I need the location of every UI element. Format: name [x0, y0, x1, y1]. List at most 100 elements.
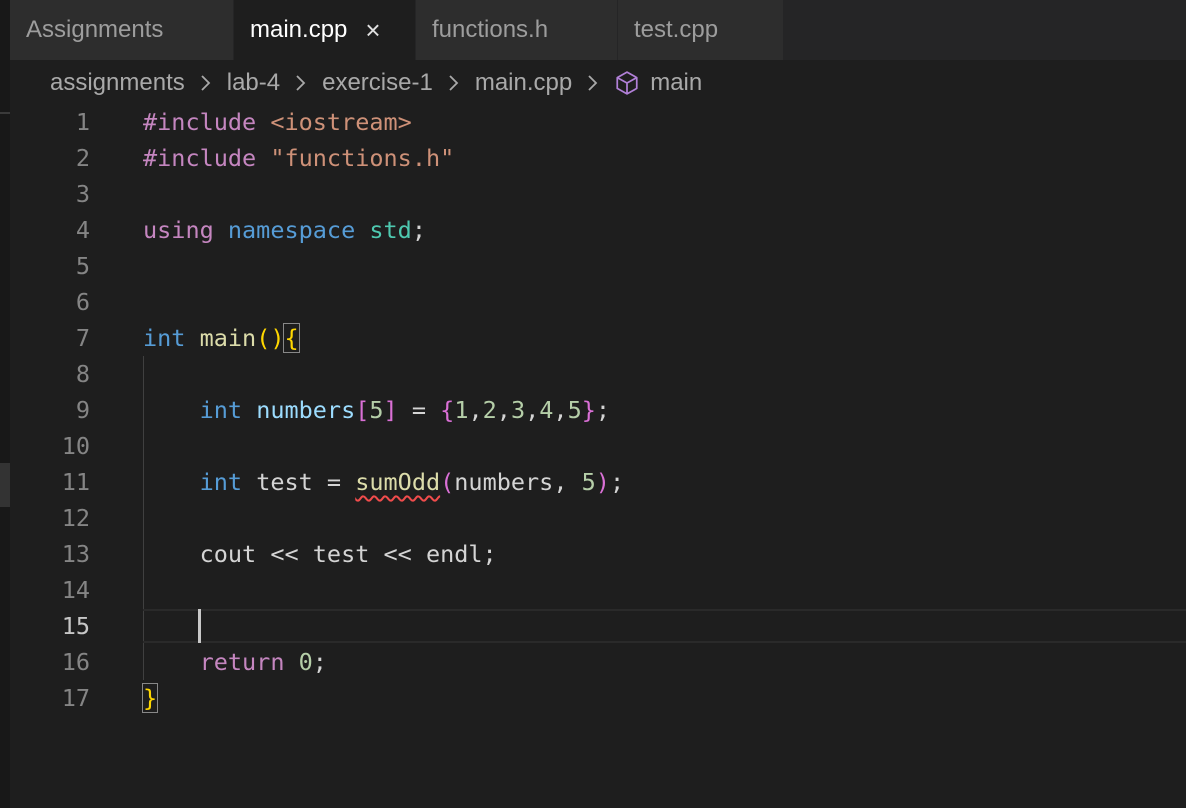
code-token: namespace: [227, 216, 370, 244]
line-number: 16: [61, 648, 90, 676]
breadcrumb-item[interactable]: assignments: [50, 69, 185, 97]
code-line[interactable]: 11 int test = sumOdd(numbers, 5);: [10, 464, 1186, 500]
code-token: 4: [539, 396, 554, 424]
code-line[interactable]: 9 int numbers[5] = {1,2,3,4,5};: [10, 392, 1186, 428]
code-token: {: [283, 323, 300, 353]
line-code: }: [141, 683, 159, 713]
code-line[interactable]: 7 int main(){: [10, 320, 1186, 356]
code-token: using: [143, 216, 228, 244]
line-code: using namespace std;: [143, 216, 426, 244]
code-line[interactable]: 10: [10, 428, 1186, 464]
code-token: 5: [581, 468, 596, 496]
activity-strip: [0, 0, 10, 808]
code-token: ,: [525, 396, 540, 424]
breadcrumb-item[interactable]: main.cpp: [475, 69, 572, 97]
breadcrumb: assignments lab-4 exercise-1 main.cpp main: [50, 66, 702, 100]
code-line[interactable]: 15: [10, 608, 1186, 644]
code-token: numbers: [454, 468, 554, 496]
line-number: 17: [61, 684, 90, 712]
code-token: numbers: [256, 396, 356, 424]
code-token: ,: [553, 396, 568, 424]
chevron-right-icon: [586, 73, 600, 93]
code-token: ]: [383, 396, 398, 424]
line-number: 11: [61, 468, 90, 496]
line-code: cout << test << endl;: [143, 540, 497, 568]
line-code: int numbers[5] = {1,2,3,4,5};: [143, 396, 610, 424]
code-editor[interactable]: 1 #include <iostream> 2 #include "functions…: [10, 104, 1186, 808]
line-number: 2: [75, 144, 90, 172]
code-token: (): [256, 324, 285, 352]
code-token: ;: [312, 648, 327, 676]
strip-marker-active: [0, 463, 10, 507]
tab-test-cpp[interactable]: test.cpp: [618, 0, 784, 60]
line-number: 15: [61, 612, 90, 640]
line-code: int main(){: [143, 323, 300, 353]
code-token: #include: [143, 144, 271, 172]
code-line[interactable]: 12: [10, 500, 1186, 536]
line-number: 14: [61, 576, 90, 604]
code-token: return: [199, 648, 299, 676]
error-squiggle-token: sumOdd: [355, 468, 441, 496]
code-token: std: [369, 216, 412, 244]
code-token: int: [143, 324, 200, 352]
code-token: int: [199, 468, 257, 496]
breadcrumb-item[interactable]: exercise-1: [322, 69, 433, 97]
code-line[interactable]: 16 return 0;: [10, 644, 1186, 680]
tab-label: test.cpp: [634, 16, 719, 43]
line-number: 4: [75, 216, 90, 244]
line-number: 6: [75, 288, 90, 316]
code-line[interactable]: 6: [10, 284, 1186, 320]
tab-main-cpp[interactable]: main.cpp ×: [234, 0, 416, 60]
line-code: return 0;: [143, 648, 327, 676]
line-code: #include <iostream>: [143, 108, 412, 136]
chevron-right-icon: [294, 73, 308, 93]
code-token: ): [595, 468, 610, 496]
code-token: ,: [468, 396, 483, 424]
line-number: 10: [61, 432, 90, 460]
line-number: 13: [61, 540, 90, 568]
code-line[interactable]: 2 #include "functions.h": [10, 140, 1186, 176]
chevron-right-icon: [199, 73, 213, 93]
tab-label: Assignments: [26, 16, 164, 43]
breadcrumb-symbol[interactable]: main: [614, 69, 702, 97]
code-token: =: [312, 468, 356, 496]
line-number: 9: [75, 396, 90, 424]
code-line[interactable]: 3: [10, 176, 1186, 212]
tab-bar: Assignments main.cpp × functions.h test.…: [10, 0, 1186, 60]
tab-functions-h[interactable]: functions.h: [416, 0, 618, 60]
breadcrumb-item[interactable]: lab-4: [227, 69, 280, 97]
text-cursor: [198, 609, 201, 643]
code-token: cout << test << endl;: [143, 540, 497, 568]
code-token: <iostream>: [270, 108, 412, 136]
code-token: 5: [369, 396, 384, 424]
line-number: 12: [61, 504, 90, 532]
code-token: (: [440, 468, 455, 496]
code-token: ,: [553, 468, 582, 496]
code-token: }: [581, 396, 596, 424]
code-token: "functions.h": [270, 144, 455, 172]
code-line[interactable]: 4 using namespace std;: [10, 212, 1186, 248]
tab-assignments[interactable]: Assignments: [10, 0, 234, 60]
code-line[interactable]: 8: [10, 356, 1186, 392]
code-token: {: [440, 396, 455, 424]
code-line[interactable]: 14: [10, 572, 1186, 608]
code-token: 0: [298, 648, 313, 676]
code-token: #include: [143, 108, 271, 136]
code-line[interactable]: 13 cout << test << endl;: [10, 536, 1186, 572]
code-token: ;: [609, 468, 625, 496]
line-code: int test = sumOdd(numbers, 5);: [143, 468, 625, 496]
code-token: }: [141, 683, 159, 713]
code-token: main: [199, 324, 257, 352]
line-code: #include "functions.h": [143, 144, 454, 172]
close-icon[interactable]: ×: [365, 17, 380, 43]
code-line[interactable]: 5: [10, 248, 1186, 284]
code-token: ;: [595, 396, 611, 424]
code-token: test: [256, 468, 313, 496]
code-line[interactable]: 1 #include <iostream>: [10, 104, 1186, 140]
line-number: 5: [75, 252, 90, 280]
code-token: int: [199, 396, 257, 424]
code-line[interactable]: 17}: [10, 680, 1186, 716]
